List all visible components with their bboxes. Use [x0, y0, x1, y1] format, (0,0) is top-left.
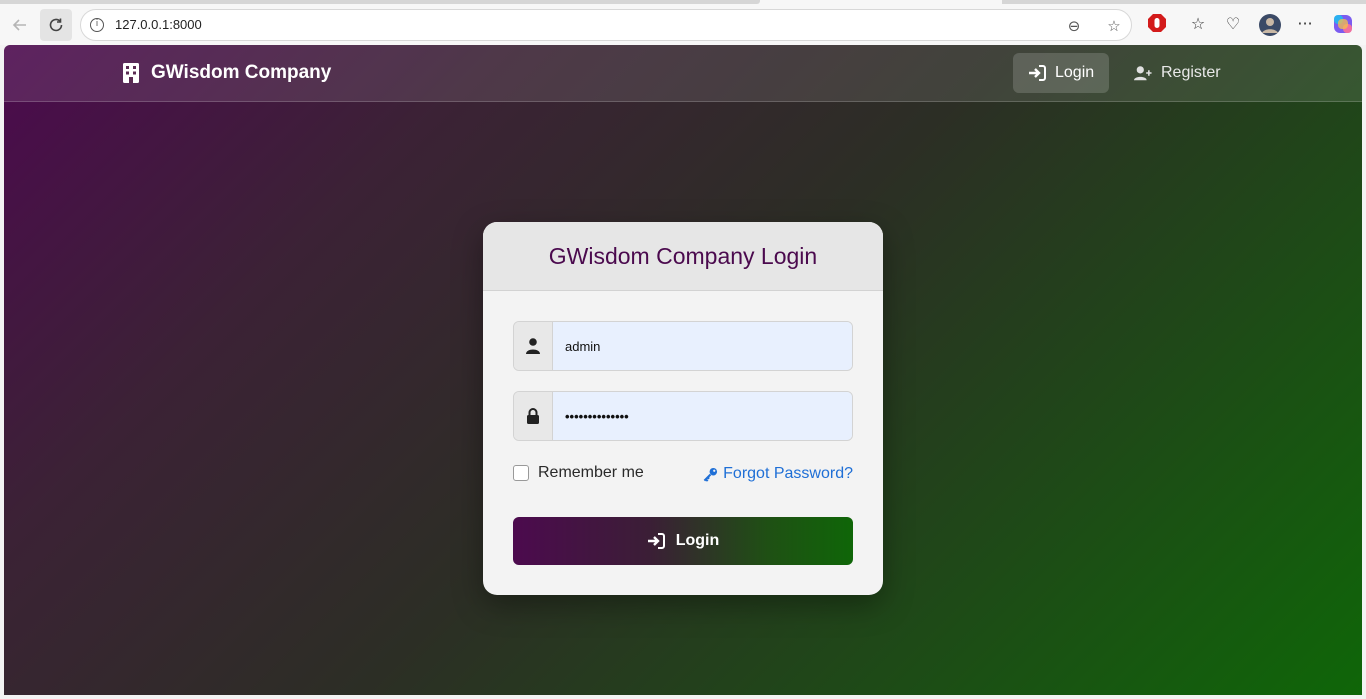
sign-in-icon	[647, 533, 665, 549]
login-button[interactable]: Login	[513, 517, 853, 565]
building-icon	[123, 63, 139, 83]
reload-icon	[49, 18, 63, 32]
favorites-icon[interactable]: ☆	[1187, 13, 1209, 35]
login-button-label: Login	[675, 532, 720, 549]
copilot-icon[interactable]	[1332, 13, 1354, 35]
reload-button[interactable]	[40, 9, 72, 41]
user-icon	[514, 322, 553, 370]
browser-toolbar: i 127.0.0.1:8000 ⊖ ☆ ☆ ♡ ···	[0, 0, 1366, 45]
nav-login-label: Login	[1055, 64, 1095, 81]
username-input[interactable]	[553, 322, 852, 370]
nav-login-link[interactable]: Login	[1013, 53, 1110, 93]
key-icon	[703, 467, 718, 482]
login-card: GWisdom Company Login Remember me Forgot…	[483, 222, 883, 595]
url-text[interactable]: 127.0.0.1:8000	[115, 17, 202, 32]
login-title: GWisdom Company Login	[548, 242, 818, 269]
card-header: GWisdom Company Login	[483, 222, 883, 291]
lock-icon	[514, 392, 553, 440]
username-group	[513, 321, 853, 371]
sign-in-icon	[1029, 65, 1046, 81]
favorite-star-icon[interactable]: ☆	[1104, 16, 1124, 36]
page-background: GWisdom Company Login Register GWisdom C…	[4, 45, 1362, 695]
password-group	[513, 391, 853, 441]
nav-register-link[interactable]: Register	[1119, 53, 1236, 93]
more-menu-icon[interactable]: ···	[1294, 13, 1316, 35]
forgot-password-label[interactable]: Forgot Password?	[723, 465, 853, 483]
back-arrow-icon	[12, 19, 26, 31]
top-navbar: GWisdom Company Login Register	[4, 45, 1362, 102]
reader-mode-icon[interactable]: ⊖	[1064, 16, 1084, 36]
site-info-icon[interactable]: i	[90, 18, 104, 32]
forgot-password-link[interactable]: Forgot Password?	[703, 465, 853, 483]
remember-me[interactable]: Remember me	[513, 464, 644, 482]
tab-strip-right	[1002, 0, 1366, 4]
user-plus-icon	[1134, 66, 1152, 81]
address-bar[interactable]: i 127.0.0.1:8000 ⊖ ☆	[80, 9, 1132, 41]
brand-name: GWisdom Company	[151, 62, 332, 83]
password-input[interactable]	[553, 392, 852, 440]
performance-icon[interactable]: ♡	[1222, 13, 1244, 35]
remember-label[interactable]: Remember me	[538, 464, 644, 482]
remember-checkbox[interactable]	[513, 465, 529, 481]
brand-link[interactable]: GWisdom Company	[123, 62, 331, 84]
profile-avatar[interactable]	[1258, 13, 1281, 36]
adblock-extension-icon[interactable]	[1146, 13, 1168, 35]
tab-strip	[0, 0, 760, 4]
back-button[interactable]	[4, 9, 36, 41]
nav-register-label: Register	[1161, 64, 1221, 81]
